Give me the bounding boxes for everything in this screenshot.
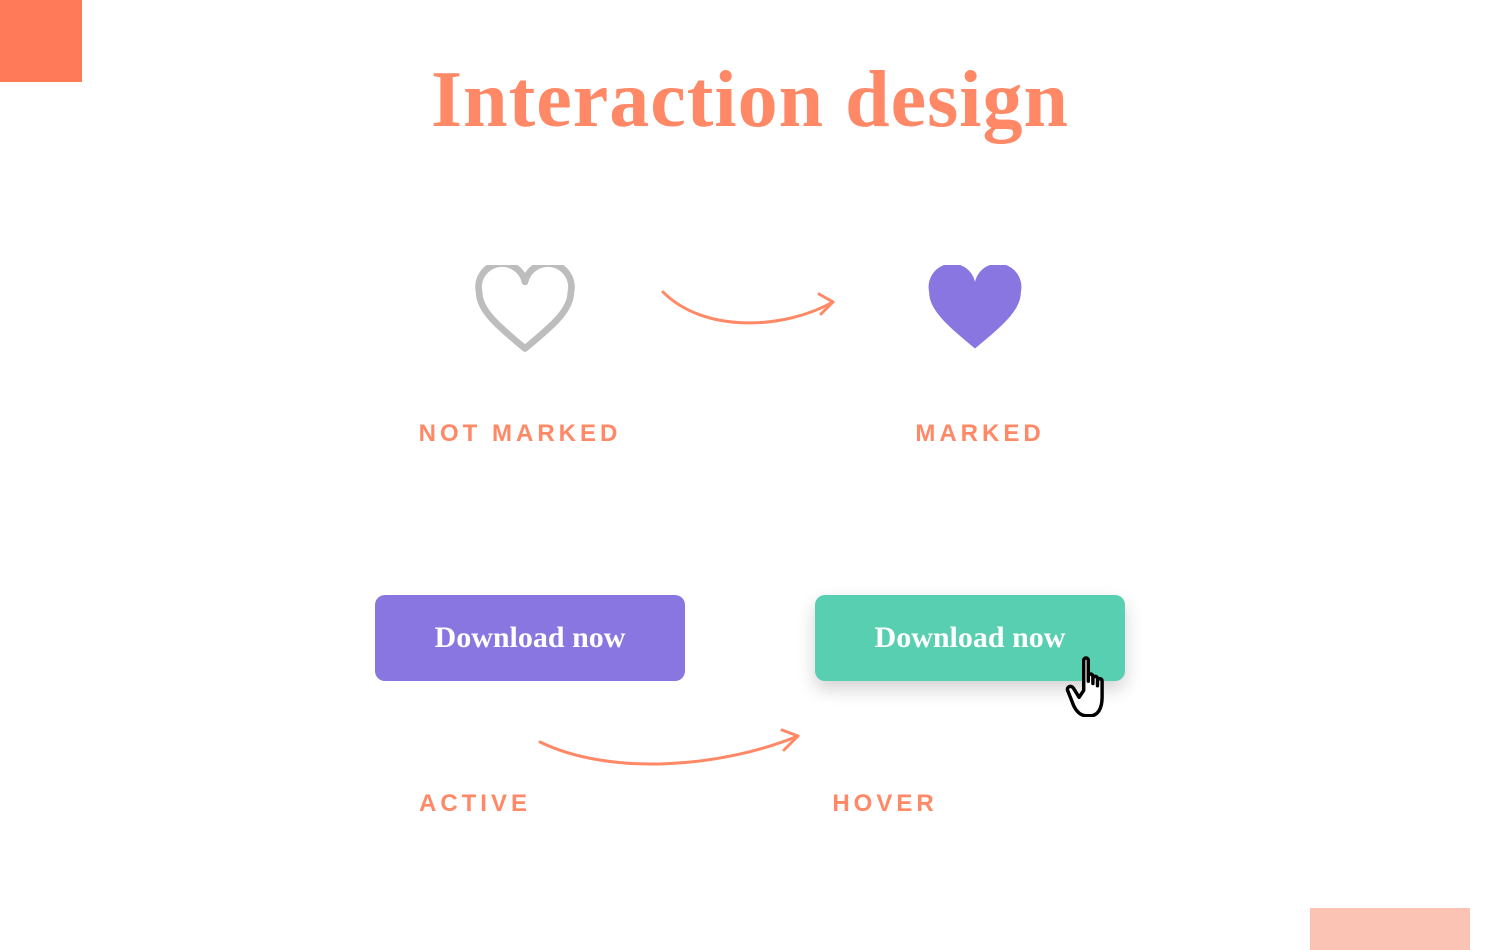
heart-marked[interactable]: [905, 265, 1045, 357]
download-button-hover-label: Download now: [875, 621, 1066, 655]
label-active: ACTIVE: [345, 790, 605, 818]
arrow-row-2: [0, 718, 1500, 783]
download-button-hover[interactable]: Download now: [815, 595, 1125, 681]
download-button-active-label: Download now: [435, 621, 626, 655]
cursor-pointer-icon: [1053, 647, 1111, 725]
heart-not-marked[interactable]: [455, 265, 595, 357]
download-button-active[interactable]: Download now: [375, 595, 685, 681]
label-not-marked: NOT MARKED: [390, 420, 650, 448]
buttons-row: Download now Download now: [0, 595, 1500, 681]
button-labels-row: ACTIVE HOVER: [0, 790, 1500, 818]
hearts-row: [0, 265, 1500, 357]
arrow-icon: [655, 274, 845, 349]
heart-labels-row: NOT MARKED MARKED: [0, 420, 1500, 448]
heart-filled-icon: [925, 265, 1025, 357]
arrow-icon-2: [530, 718, 810, 783]
label-marked: MARKED: [850, 420, 1110, 448]
page-title: Interaction design: [0, 55, 1500, 146]
decor-bar: [1310, 908, 1470, 950]
label-hover: HOVER: [755, 790, 1015, 818]
heart-outline-icon: [475, 265, 575, 357]
